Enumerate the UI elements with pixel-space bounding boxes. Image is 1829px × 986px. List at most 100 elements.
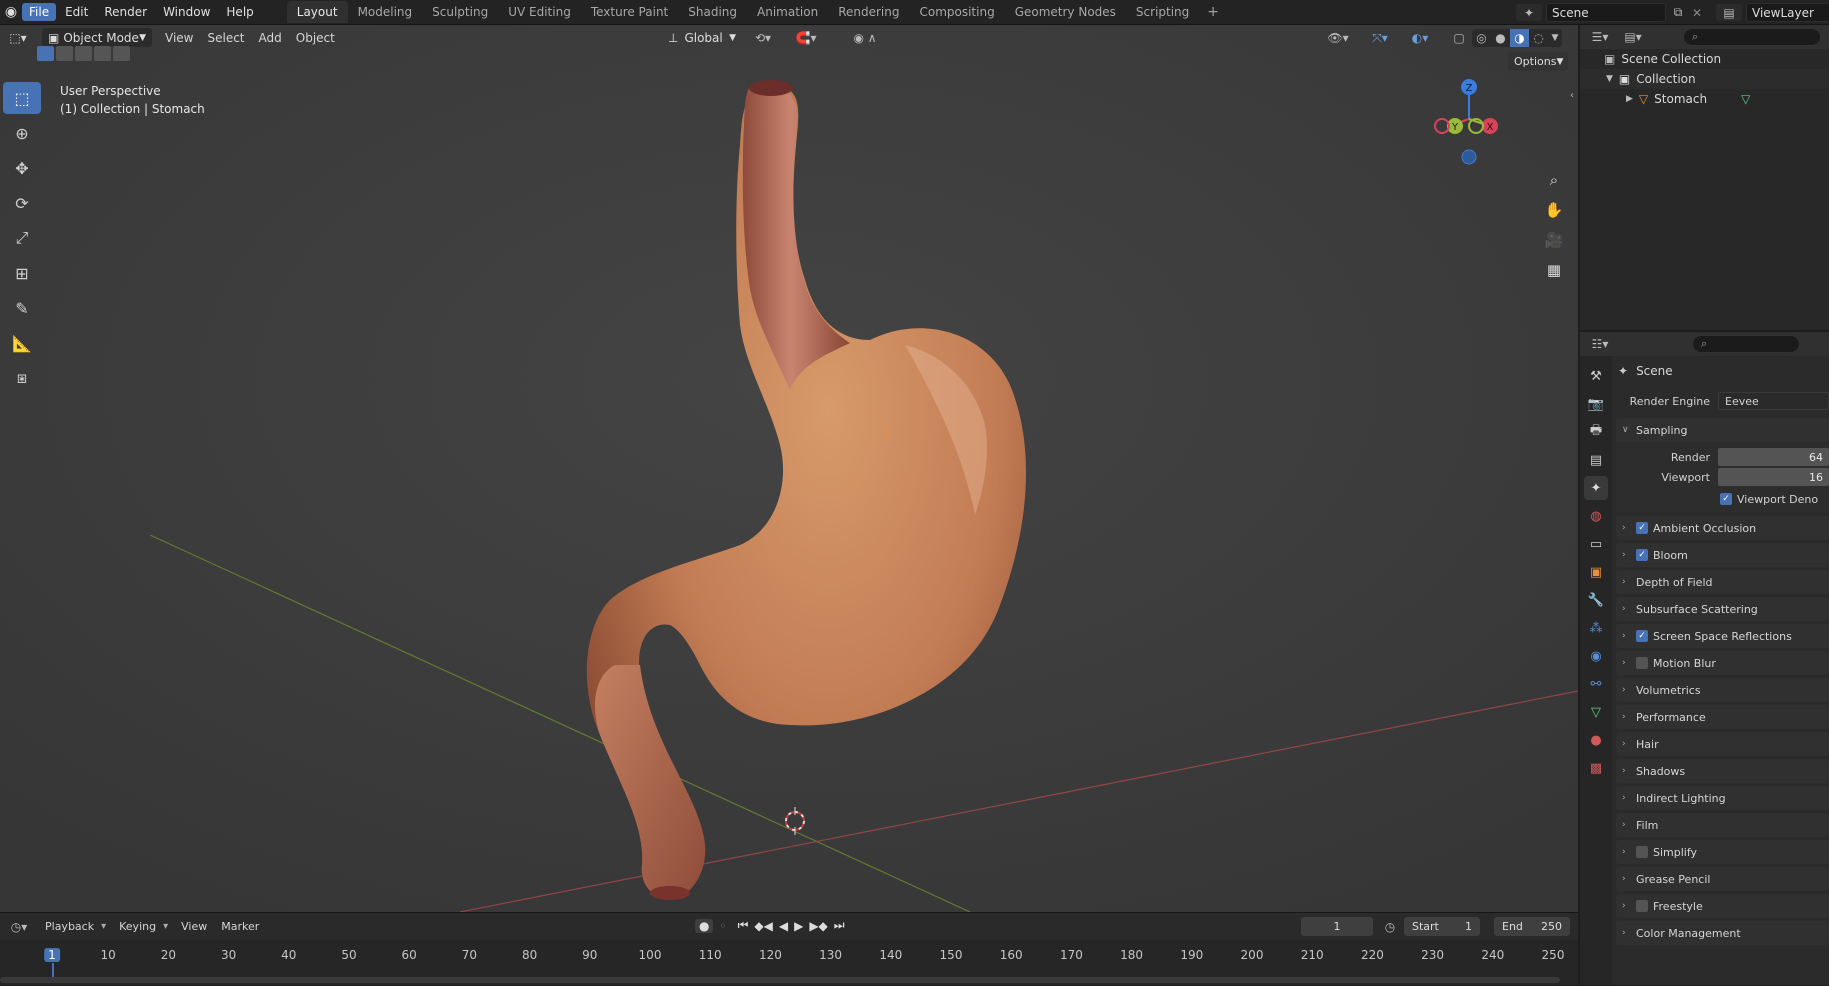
world-tab-icon[interactable]: ◍: [1584, 504, 1608, 528]
panel-shadows[interactable]: › Shadows: [1616, 759, 1829, 783]
render-tab-icon[interactable]: 📷: [1584, 392, 1608, 416]
output-tab-icon[interactable]: 🖶: [1584, 420, 1608, 444]
render-samples-field[interactable]: 64: [1718, 448, 1829, 466]
measure-tool-icon[interactable]: 📐: [3, 327, 41, 359]
viewport-menu-add[interactable]: Add: [252, 29, 289, 47]
modifier-tab-icon[interactable]: 🔧: [1584, 588, 1608, 612]
panel-simplify[interactable]: › Simplify: [1616, 840, 1829, 864]
move-tool-icon[interactable]: ✥: [3, 152, 41, 184]
object-mode-dropdown[interactable]: ▣ Object Mode ▼: [42, 28, 152, 47]
panel-enable-checkbox[interactable]: ✓: [1636, 630, 1648, 642]
panel-enable-checkbox[interactable]: ✓: [1636, 522, 1648, 534]
view-layer-icon[interactable]: ▤: [1716, 4, 1742, 21]
3d-viewport[interactable]: Z Y X ⬚▾ ▣ Object Mode ▼ View Select Add Obje…: [0, 25, 1578, 912]
panel-performance[interactable]: › Performance: [1616, 705, 1829, 729]
panel-freestyle[interactable]: › Freestyle: [1616, 894, 1829, 918]
tab-animation[interactable]: Animation: [747, 1, 828, 23]
menu-edit[interactable]: Edit: [58, 3, 95, 21]
select-extend-icon[interactable]: [56, 46, 73, 61]
gizmo-toggle-icon[interactable]: ⤧▾: [1362, 29, 1398, 47]
snap-icon[interactable]: 🧲▾: [782, 30, 830, 46]
annotate-tool-icon[interactable]: ✎: [3, 292, 41, 324]
outliner-row-stomach[interactable]: ▶ ▽ Stomach ▽: [1580, 89, 1829, 109]
panel-film[interactable]: › Film: [1616, 813, 1829, 837]
zoom-icon[interactable]: ⌕: [1541, 167, 1567, 193]
delete-scene-icon[interactable]: ✕: [1690, 4, 1704, 21]
cursor-tool-icon[interactable]: ⊕: [3, 117, 41, 149]
overlay-toggle-icon[interactable]: ◐▾: [1402, 29, 1438, 47]
tab-rendering[interactable]: Rendering: [828, 1, 909, 23]
select-new-icon[interactable]: [37, 46, 54, 61]
viewport-menu-select[interactable]: Select: [200, 29, 251, 47]
scene-name-field[interactable]: Scene: [1546, 3, 1666, 22]
material-shading-icon[interactable]: ◑: [1510, 29, 1529, 47]
blender-logo-icon[interactable]: ◉: [0, 0, 22, 25]
select-invert-icon[interactable]: [94, 46, 111, 61]
sampling-panel-header[interactable]: ∨ Sampling: [1616, 418, 1829, 442]
outliner-search-input[interactable]: ⌕: [1683, 28, 1821, 46]
playhead-line[interactable]: [52, 963, 54, 977]
view-layer-field[interactable]: ViewLayer: [1746, 3, 1829, 22]
add-cube-tool-icon[interactable]: ⧆: [3, 362, 41, 394]
scale-tool-icon[interactable]: ⤢: [3, 222, 41, 254]
tab-texture-paint[interactable]: Texture Paint: [581, 1, 678, 23]
panel-depth-of-field[interactable]: › Depth of Field: [1616, 570, 1829, 594]
options-dropdown[interactable]: Options ▼: [1508, 52, 1568, 71]
camera-view-icon[interactable]: 🎥: [1541, 227, 1567, 253]
panel-indirect-lighting[interactable]: › Indirect Lighting: [1616, 786, 1829, 810]
outliner-row-scene-collection[interactable]: ▣ Scene Collection: [1580, 49, 1829, 69]
viewport-denoise-row[interactable]: ✓ Viewport Deno: [1616, 489, 1829, 509]
expand-down-icon[interactable]: ▼: [1606, 74, 1613, 84]
timeline-scrollbar[interactable]: [0, 977, 1560, 983]
panel-ambient-occlusion[interactable]: › ✓ Ambient Occlusion: [1616, 516, 1829, 540]
scene-tab-icon[interactable]: ✦: [1584, 476, 1608, 500]
panel-motion-blur[interactable]: › Motion Blur: [1616, 651, 1829, 675]
panel-hair[interactable]: › Hair: [1616, 732, 1829, 756]
texture-tab-icon[interactable]: ▩: [1584, 756, 1608, 780]
material-tab-icon[interactable]: ●: [1584, 728, 1608, 752]
outliner-row-collection[interactable]: ▼ ▣ Collection: [1580, 69, 1829, 89]
pivot-point-icon[interactable]: ⟲▾: [748, 30, 778, 46]
select-subtract-icon[interactable]: [75, 46, 92, 61]
constraints-tab-icon[interactable]: ⚯: [1584, 672, 1608, 696]
menu-render[interactable]: Render: [97, 3, 154, 21]
viewport-menu-object[interactable]: Object: [289, 29, 342, 47]
frame-ruler[interactable]: 1 10 20 30 40 50 60 70 80 90 100 110 120 130 140 150 160…: [0, 913, 1578, 986]
panel-subsurface-scattering[interactable]: › Subsurface Scattering: [1616, 597, 1829, 621]
sidebar-toggle-chevron-icon[interactable]: ‹: [1570, 90, 1574, 101]
tab-scripting[interactable]: Scripting: [1126, 1, 1199, 23]
xray-icon[interactable]: ▢: [1450, 29, 1468, 47]
add-workspace-button[interactable]: +: [1199, 2, 1227, 22]
panel-volumetrics[interactable]: › Volumetrics: [1616, 678, 1829, 702]
display-mode-icon[interactable]: ▤▾: [1618, 30, 1648, 44]
outliner-editor-type-icon[interactable]: ☰▾: [1586, 30, 1614, 44]
tab-geometry-nodes[interactable]: Geometry Nodes: [1005, 1, 1126, 23]
mesh-data-icon[interactable]: ▽: [1741, 92, 1750, 106]
panel-enable-checkbox[interactable]: ✓: [1636, 549, 1648, 561]
chevron-down-icon[interactable]: ▼: [1548, 29, 1562, 47]
viewport-samples-field[interactable]: 16: [1718, 468, 1829, 486]
render-engine-dropdown[interactable]: Eevee: [1718, 392, 1829, 410]
solid-shading-icon[interactable]: ●: [1491, 29, 1510, 47]
viewport-denoise-checkbox[interactable]: ✓: [1720, 493, 1732, 505]
collection-tab-icon[interactable]: ▭: [1584, 532, 1608, 556]
transform-tool-icon[interactable]: ⊞: [3, 257, 41, 289]
proportional-editing-icon[interactable]: ◉ ∧: [838, 30, 892, 46]
particles-tab-icon[interactable]: ⁂: [1584, 616, 1608, 640]
visibility-icon[interactable]: 👁▾: [1320, 30, 1356, 46]
pan-hand-icon[interactable]: ✋: [1541, 197, 1567, 223]
tab-compositing[interactable]: Compositing: [909, 1, 1004, 23]
new-scene-icon[interactable]: ⧉: [1670, 4, 1686, 21]
properties-editor-type-icon[interactable]: ☷▾: [1586, 337, 1614, 351]
mesh-data-tab-icon[interactable]: ▽: [1584, 700, 1608, 724]
panel-color-management[interactable]: › Color Management: [1616, 921, 1829, 945]
tab-layout[interactable]: Layout: [286, 1, 348, 23]
expand-right-icon[interactable]: ▶: [1626, 94, 1633, 104]
menu-window[interactable]: Window: [156, 3, 217, 21]
tab-modeling[interactable]: Modeling: [348, 1, 423, 23]
view-layer-tab-icon[interactable]: ▤: [1584, 448, 1608, 472]
editor-type-icon[interactable]: ⬚▾: [0, 29, 36, 47]
tab-uv-editing[interactable]: UV Editing: [498, 1, 581, 23]
physics-tab-icon[interactable]: ◉: [1584, 644, 1608, 668]
object-tab-icon[interactable]: ▣: [1584, 560, 1608, 584]
